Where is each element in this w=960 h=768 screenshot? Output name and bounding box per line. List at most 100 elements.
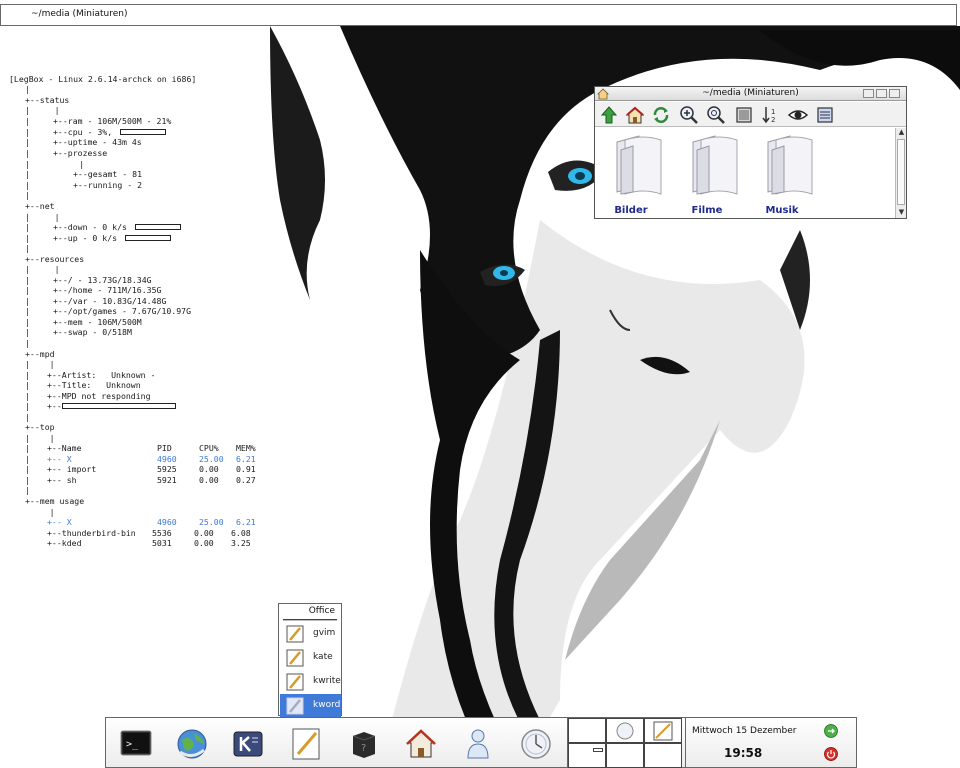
pager-desktop-6[interactable] — [644, 743, 682, 768]
net-down-bar — [135, 224, 181, 230]
folder-label: Bilder — [614, 205, 648, 216]
zoom-out-icon[interactable] — [706, 105, 726, 125]
top-header-cpu: CPU% — [199, 443, 219, 453]
table-row-cpu: 0.00 — [199, 464, 219, 474]
mem-usage-label: +--mem usage — [25, 496, 85, 506]
tree-line: | — [25, 222, 30, 232]
table-row-cpu: 0.00 — [199, 475, 219, 485]
table-row-cpu: 0.00 — [194, 528, 214, 538]
scroll-up-icon[interactable]: ▲ — [897, 128, 906, 137]
pager-desktop-3[interactable] — [644, 718, 682, 743]
table-row-mem: 6.21 — [236, 454, 256, 464]
tree-line: | | — [25, 264, 60, 274]
tree-line: | — [25, 464, 30, 474]
text-editor-icon — [286, 673, 304, 691]
top-header-pid: PID — [157, 443, 172, 453]
menu-item-kword[interactable]: kword — [280, 694, 341, 718]
tree-line: | — [25, 401, 30, 411]
table-row-mem: 0.91 — [236, 464, 256, 474]
table-row-cpu: 25.00 — [199, 517, 224, 527]
vertical-scrollbar[interactable]: ▲ ▼ — [895, 128, 906, 218]
top-header-mem: MEM% — [236, 443, 256, 453]
svg-text:2: 2 — [771, 116, 775, 124]
lock-screen-icon[interactable] — [824, 724, 838, 738]
top-header-name: +--Name — [47, 443, 82, 453]
pager-desktop-4[interactable] — [568, 743, 606, 768]
file-manager-title: ~/media (Miniaturen) — [702, 88, 799, 98]
tree-line: | — [25, 127, 30, 137]
table-row-pid: 4960 — [157, 517, 177, 527]
table-row-name: +-- X — [47, 517, 72, 527]
net-down-line: +--down - 0 k/s — [53, 222, 127, 232]
table-row-pid: 5921 — [157, 475, 177, 485]
help-box-icon[interactable]: ? — [346, 726, 382, 762]
menu-item-kate[interactable]: kate — [280, 646, 341, 670]
home-icon[interactable] — [625, 105, 645, 125]
top-label: +--top — [25, 422, 55, 432]
folder-item-musik[interactable]: Musik — [750, 132, 814, 216]
tree-line: | — [25, 285, 30, 295]
office-notes-icon[interactable] — [288, 726, 324, 762]
tree-line: | — [25, 306, 30, 316]
tree-line: | — [25, 180, 30, 190]
tree-line: | — [25, 338, 30, 348]
time-label: 19:58 — [724, 746, 763, 760]
scrollbar-thumb[interactable] — [897, 139, 905, 205]
folder-item-filme[interactable]: Filme — [675, 132, 739, 216]
menu-item-gvim[interactable]: gvim — [280, 622, 341, 646]
tree-line: | — [25, 233, 30, 243]
browser-globe-icon[interactable] — [174, 726, 210, 762]
mpd-progress-label: +-- — [47, 401, 62, 411]
window-title-bar[interactable]: ~/media (Miniaturen) — [0, 4, 957, 26]
pager-desktop-1[interactable] — [568, 718, 606, 743]
folder-item-bilder[interactable]: Bilder — [599, 132, 663, 216]
office-menu-header: Office — [308, 606, 335, 616]
gesamt-line: +--gesamt - 81 — [73, 169, 143, 179]
net-up-bar — [125, 235, 171, 241]
folder-icon — [692, 135, 738, 195]
file-manager-window[interactable]: ~/media (Miniaturen) 1 2 Bilder Filme Mu… — [594, 86, 907, 219]
minimize-button[interactable] — [863, 89, 874, 98]
menu-item-kwrite[interactable]: kwrite — [280, 670, 341, 694]
zoom-in-icon[interactable] — [679, 105, 699, 125]
resource-item: +--/ - 13.73G/18.34G — [53, 275, 152, 285]
logout-power-icon[interactable] — [824, 747, 838, 761]
menu-item-label: kwrite — [313, 676, 341, 686]
clock-app-icon[interactable] — [518, 726, 554, 762]
sort-icon[interactable]: 1 2 — [761, 105, 781, 125]
preview-eye-icon[interactable] — [788, 105, 808, 125]
up-arrow-icon[interactable] — [599, 105, 619, 125]
folder-label: Musik — [765, 205, 799, 216]
pager-desktop-5[interactable] — [606, 743, 644, 768]
reload-icon[interactable] — [651, 105, 671, 125]
file-manager-icon-view[interactable]: Bilder Filme Musik — [595, 128, 895, 218]
tree-line: | — [25, 137, 30, 147]
pager-desktop-2[interactable] — [606, 718, 644, 743]
mpd-status: +--MPD not responding — [47, 391, 151, 401]
maximize-button[interactable] — [876, 89, 887, 98]
user-icon[interactable] — [460, 726, 496, 762]
file-manager-titlebar[interactable]: ~/media (Miniaturen) — [595, 87, 906, 101]
terminal-icon[interactable]: >_ — [118, 726, 154, 762]
scroll-down-icon[interactable]: ▼ — [897, 208, 906, 217]
taskbar: >_ ? Mittwoch 15 Dezember 19:58 — [105, 717, 857, 768]
tree-line: | — [25, 475, 30, 485]
resource-item: +--swap - 0/518M — [53, 327, 132, 337]
view-mode-icon[interactable] — [734, 105, 754, 125]
clock-panel[interactable]: Mittwoch 15 Dezember 19:58 — [685, 718, 857, 768]
close-button[interactable] — [889, 89, 900, 98]
tree-line: | — [25, 485, 30, 495]
table-row-name: +--kded — [47, 538, 82, 548]
tree-line: | — [25, 84, 30, 94]
menu-item-label: kate — [313, 652, 333, 662]
tree-line: | — [25, 296, 30, 306]
tree-line: | — [25, 412, 30, 422]
table-row-pid: 5031 — [152, 538, 172, 548]
table-row-pid: 4960 — [157, 454, 177, 464]
details-view-icon[interactable] — [815, 105, 835, 125]
kmenu-icon[interactable] — [230, 726, 266, 762]
office-menu: Office gvim kate kwrite kword — [278, 603, 342, 718]
home-folder-icon[interactable] — [403, 726, 439, 762]
tree-line: | — [25, 116, 30, 126]
table-row-cpu: 25.00 — [199, 454, 224, 464]
